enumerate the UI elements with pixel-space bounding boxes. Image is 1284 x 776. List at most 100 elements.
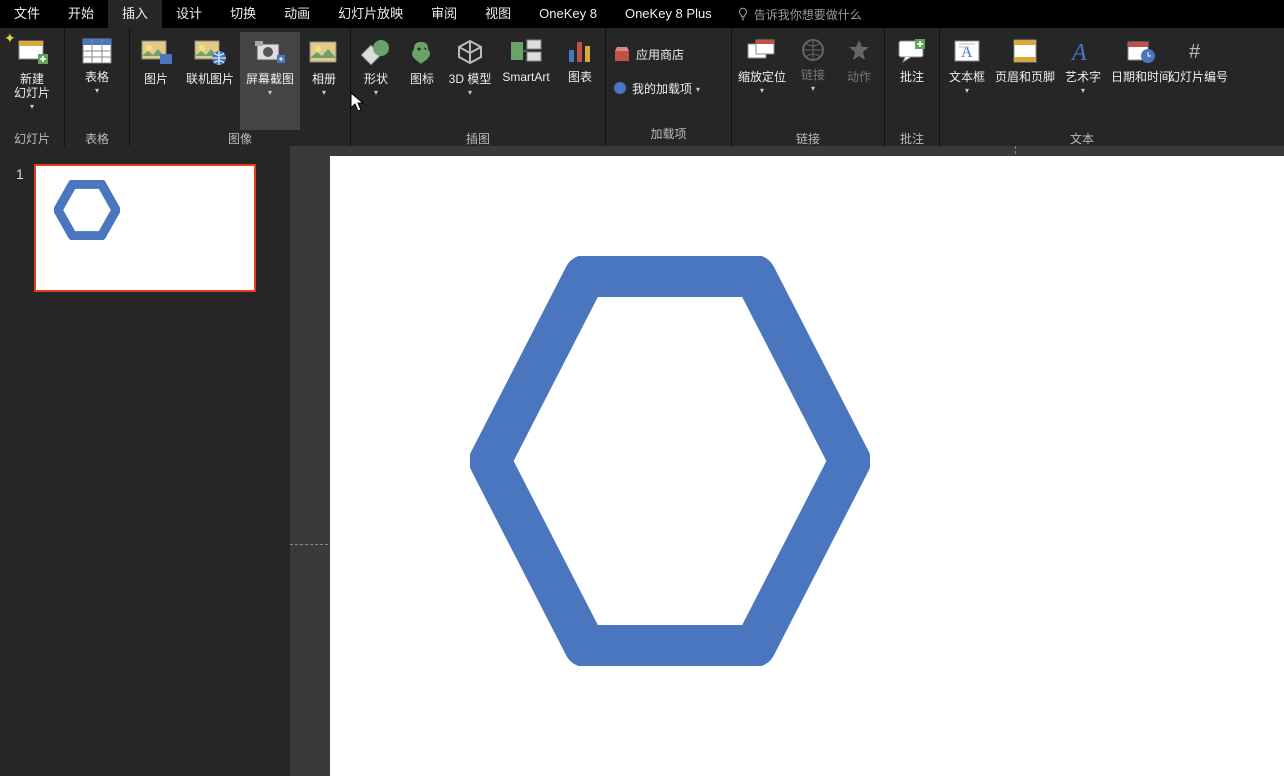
- chevron-down-icon: ▾: [760, 86, 764, 95]
- comment-icon: [897, 38, 927, 64]
- chevron-down-icon: ▾: [374, 88, 378, 97]
- link-icon: [798, 38, 828, 62]
- zoom-label: 缩放定位: [738, 70, 786, 84]
- photo-album-button[interactable]: 相册 ▾: [300, 32, 348, 130]
- group-illustrations: 形状 ▾ 图标 3D 模型 ▾ SmartArt 图表 插图: [351, 28, 606, 146]
- lightbulb-icon: [736, 7, 750, 21]
- action-icon: [846, 38, 872, 64]
- date-time-label: 日期和时间: [1111, 70, 1171, 84]
- tell-me-search[interactable]: 告诉我你想要做什么: [726, 6, 862, 23]
- chevron-down-icon: ▾: [268, 88, 272, 97]
- slide-canvas-area[interactable]: [290, 146, 1284, 776]
- chevron-down-icon: ▾: [322, 88, 326, 97]
- shapes-button[interactable]: 形状 ▾: [353, 32, 399, 130]
- table-button[interactable]: 表格 ▾: [67, 32, 127, 130]
- slide-thumbnail-number: 1: [16, 164, 34, 292]
- zoom-button[interactable]: 缩放定位 ▾: [734, 32, 790, 130]
- addins-icon: [614, 82, 626, 94]
- zoom-icon: [746, 38, 778, 64]
- tab-insert[interactable]: 插入: [108, 0, 162, 28]
- slide-canvas[interactable]: [330, 156, 1284, 776]
- store-label: 应用商店: [636, 46, 684, 63]
- pictures-icon: [140, 38, 172, 66]
- comment-label: 批注: [900, 70, 924, 84]
- text-box-label: 文本框: [949, 70, 985, 84]
- chevron-down-icon: ▾: [811, 84, 815, 93]
- slide-thumbnail-pane[interactable]: 1: [0, 146, 290, 776]
- new-slide-icon: [16, 38, 48, 66]
- chevron-down-icon: ▾: [1081, 86, 1085, 95]
- ribbon-tabs: ✦ 文件 开始 插入 设计 切换 动画 幻灯片放映 审阅 视图 OneKey 8…: [0, 0, 1284, 28]
- workspace: 1: [0, 146, 1284, 776]
- wordart-button[interactable]: A 艺术字 ▾: [1058, 32, 1108, 130]
- icons-icon: [407, 38, 437, 66]
- group-comments: 批注 批注: [885, 28, 940, 146]
- photo-album-icon: [308, 38, 340, 66]
- slide-thumbnail-1[interactable]: 1: [16, 164, 274, 292]
- link-label: 链接: [801, 68, 825, 82]
- tab-review[interactable]: 审阅: [417, 0, 471, 28]
- tab-transitions[interactable]: 切换: [216, 0, 270, 28]
- 3d-models-button[interactable]: 3D 模型 ▾: [445, 32, 495, 130]
- tab-file[interactable]: 文件: [0, 0, 54, 28]
- shapes-label: 形状: [364, 72, 388, 86]
- shapes-icon: [361, 38, 391, 66]
- tab-onekey8[interactable]: OneKey 8: [525, 0, 611, 28]
- online-pictures-button[interactable]: 联机图片: [180, 32, 240, 130]
- header-footer-icon: [1011, 38, 1039, 64]
- smartart-icon: [509, 38, 543, 64]
- autosave-spark-icon: ✦: [4, 30, 16, 47]
- tab-animations[interactable]: 动画: [270, 0, 324, 28]
- 3d-models-icon: [455, 38, 485, 66]
- group-images: 图片 联机图片 屏幕截图 ▾ 相册 ▾ 图像: [130, 28, 351, 146]
- chevron-down-icon: ▾: [95, 86, 99, 95]
- header-footer-button[interactable]: 页眉和页脚: [992, 32, 1058, 130]
- tab-onekey8plus[interactable]: OneKey 8 Plus: [611, 0, 726, 28]
- chevron-down-icon: ▾: [468, 88, 472, 97]
- hexagon-thumbnail-icon: [54, 180, 120, 240]
- icons-button[interactable]: 图标: [399, 32, 445, 130]
- my-addins-button[interactable]: 我的加载项 ▾: [608, 76, 729, 100]
- tab-slideshow[interactable]: 幻灯片放映: [324, 0, 417, 28]
- hexagon-shape[interactable]: [470, 256, 870, 666]
- table-icon: [82, 38, 112, 64]
- table-label: 表格: [85, 70, 109, 84]
- pictures-label: 图片: [144, 72, 168, 86]
- screenshot-icon: [253, 38, 287, 66]
- header-footer-label: 页眉和页脚: [995, 70, 1055, 84]
- online-pictures-label: 联机图片: [186, 72, 234, 86]
- slide-thumbnail-preview[interactable]: [34, 164, 256, 292]
- 3d-models-label: 3D 模型: [449, 72, 492, 86]
- online-pictures-icon: [193, 38, 227, 66]
- chevron-down-icon: ▾: [696, 85, 700, 94]
- date-time-icon: [1126, 38, 1156, 64]
- group-text: A 文本框 ▾ 页眉和页脚 A 艺术字 ▾ 日期和时间 # 幻灯片编号 文本: [940, 28, 1224, 146]
- group-links: 缩放定位 ▾ 链接 ▾ 动作 链接: [732, 28, 885, 146]
- group-addins: 应用商店 我的加载项 ▾ 加载项: [606, 28, 732, 146]
- slide-number-label: 幻灯片编号: [1168, 70, 1228, 84]
- tab-home[interactable]: 开始: [54, 0, 108, 28]
- slide-number-button[interactable]: # 幻灯片编号: [1174, 32, 1222, 130]
- chevron-down-icon: ▾: [965, 86, 969, 95]
- store-button[interactable]: 应用商店: [608, 42, 729, 66]
- text-box-icon: A: [953, 38, 981, 64]
- photo-album-label: 相册: [312, 72, 336, 86]
- tell-me-label: 告诉我你想要做什么: [754, 6, 862, 23]
- comment-button[interactable]: 批注: [887, 32, 937, 130]
- chevron-down-icon: ▾: [30, 102, 34, 111]
- pictures-button[interactable]: 图片: [132, 32, 180, 130]
- date-time-button[interactable]: 日期和时间: [1108, 32, 1174, 130]
- store-icon: [614, 46, 630, 62]
- smartart-label: SmartArt: [502, 70, 549, 84]
- ribbon: 新建 幻灯片 ▾ 幻灯片 表格 ▾ 表格 图片 联机图片: [0, 28, 1284, 146]
- screenshot-button[interactable]: 屏幕截图 ▾: [240, 32, 300, 130]
- chart-button[interactable]: 图表: [557, 32, 603, 130]
- tab-view[interactable]: 视图: [471, 0, 525, 28]
- smartart-button[interactable]: SmartArt: [495, 32, 557, 130]
- text-box-button[interactable]: A 文本框 ▾: [942, 32, 992, 130]
- slide-number-icon: #: [1185, 38, 1211, 64]
- wordart-label: 艺术字: [1065, 70, 1101, 84]
- tab-design[interactable]: 设计: [162, 0, 216, 28]
- group-addins-label: 加载项: [650, 125, 686, 144]
- my-addins-label: 我的加载项: [632, 80, 692, 97]
